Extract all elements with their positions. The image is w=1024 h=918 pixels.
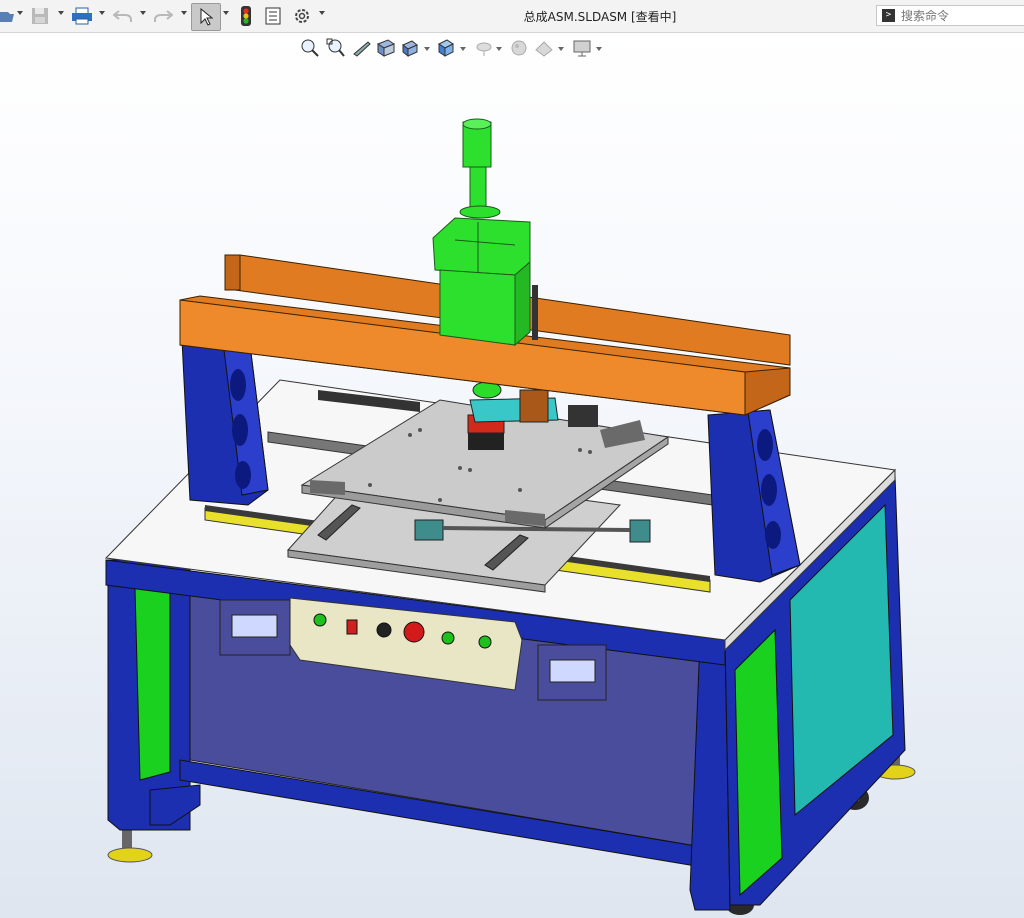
- zoom-to-area-icon[interactable]: [326, 38, 346, 58]
- redo-dropdown-arrow[interactable]: [181, 11, 187, 15]
- indicator-green-2[interactable]: [441, 631, 455, 645]
- left-support-column: [181, 339, 269, 506]
- edit-appearance-icon[interactable]: [510, 38, 530, 58]
- search-input[interactable]: [901, 7, 1021, 24]
- section-view-icon[interactable]: [376, 38, 396, 58]
- heads-up-view-toolbar: [300, 38, 610, 60]
- undo-icon[interactable]: [112, 4, 134, 28]
- hide-show-items-icon[interactable]: [474, 38, 494, 58]
- display-box-right: [537, 644, 607, 701]
- command-prompt-icon: >: [882, 9, 895, 22]
- options-dropdown-arrow[interactable]: [319, 11, 325, 15]
- zoom-to-fit-icon[interactable]: [300, 38, 320, 58]
- print-dropdown-arrow[interactable]: [99, 11, 105, 15]
- search-commands-box[interactable]: >: [876, 5, 1024, 26]
- emergency-stop-button[interactable]: [403, 621, 425, 643]
- select-dropdown-arrow[interactable]: [223, 11, 229, 15]
- leveling-foot-left: [107, 828, 153, 863]
- display-box-left: [219, 599, 291, 656]
- indicator-green-3[interactable]: [478, 635, 492, 649]
- window-title: 总成ASM.SLDASM [查看中]: [523, 10, 677, 24]
- view-settings-dropdown[interactable]: [596, 47, 602, 51]
- right-support-column: [707, 409, 801, 583]
- assembly-model[interactable]: [0, 33, 1024, 918]
- save-icon[interactable]: [30, 4, 50, 28]
- rebuild-traffic-light-icon[interactable]: [238, 4, 254, 28]
- options-gear-icon[interactable]: [292, 4, 312, 28]
- apply-scene-dropdown[interactable]: [558, 47, 564, 51]
- selector-knob[interactable]: [376, 622, 392, 638]
- redo-icon[interactable]: [152, 4, 174, 28]
- view-settings-icon[interactable]: [572, 38, 592, 58]
- indicator-green-1[interactable]: [313, 613, 327, 627]
- title-bar: 总成ASM.SLDASM [查看中] >: [0, 0, 1024, 33]
- view-orientation-dropdown[interactable]: [424, 47, 430, 51]
- green-press-cylinder: [432, 118, 538, 347]
- previous-view-icon[interactable]: [352, 38, 372, 58]
- apply-scene-icon[interactable]: [534, 38, 554, 58]
- display-style-icon[interactable]: [436, 38, 456, 58]
- rocker-switch[interactable]: [346, 619, 358, 635]
- undo-dropdown-arrow[interactable]: [140, 11, 146, 15]
- save-dropdown-arrow[interactable]: [58, 11, 64, 15]
- file-properties-icon[interactable]: [263, 4, 283, 28]
- hide-show-dropdown[interactable]: [496, 47, 502, 51]
- select-pointer-icon[interactable]: [191, 3, 221, 31]
- display-style-dropdown[interactable]: [460, 47, 466, 51]
- open-dropdown-arrow[interactable]: [17, 11, 23, 15]
- view-orientation-icon[interactable]: [400, 38, 420, 58]
- print-icon[interactable]: [70, 4, 94, 28]
- graphics-area[interactable]: [0, 33, 1024, 918]
- open-icon[interactable]: [0, 4, 14, 28]
